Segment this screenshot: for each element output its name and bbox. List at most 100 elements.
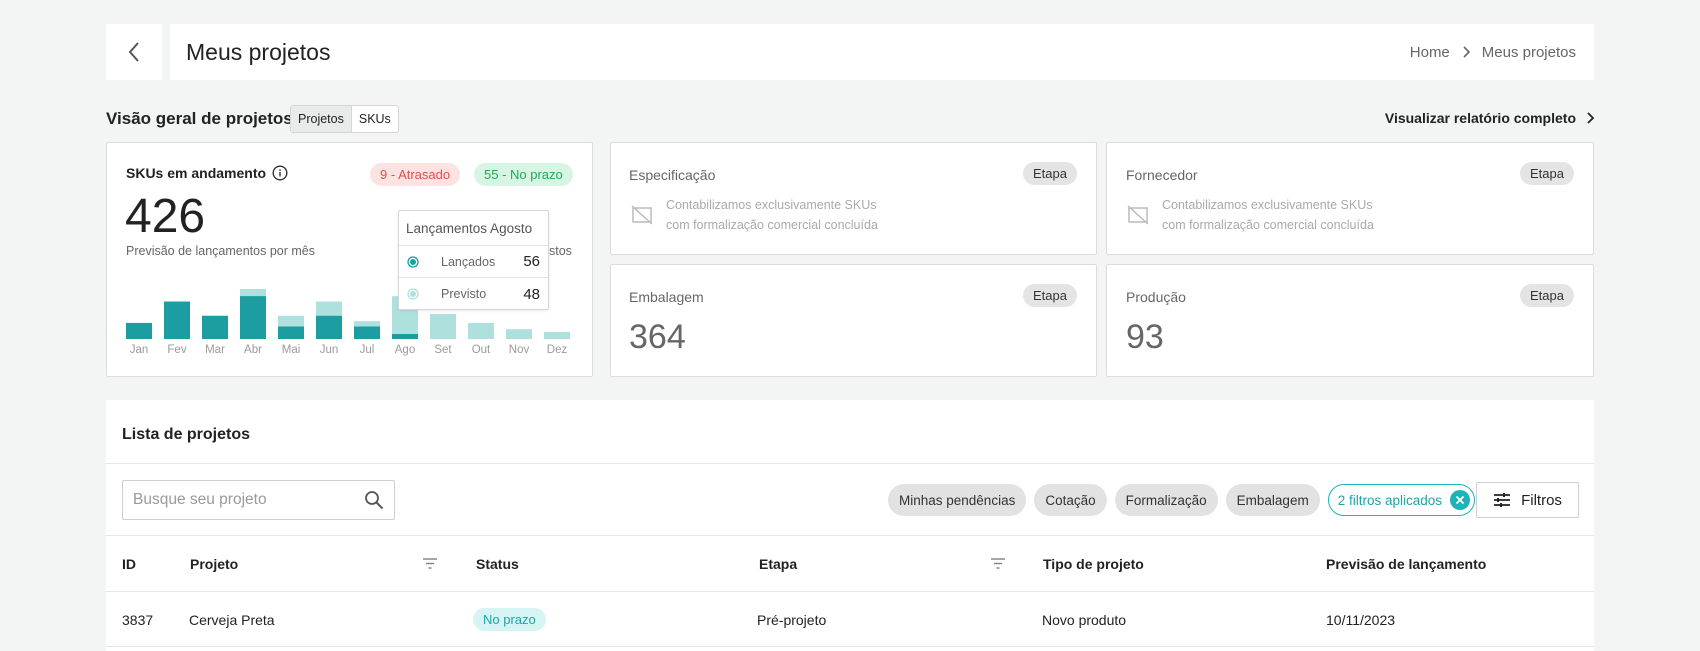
col-id[interactable]: ID [122, 556, 136, 572]
stage-card-embalagem[interactable]: Embalagem Etapa 364 [610, 264, 1097, 377]
stage-note-line: com formalização comercial concluída [666, 218, 878, 232]
bar-launched-abr[interactable] [240, 296, 266, 339]
status-badge: No prazo [473, 608, 546, 631]
bar-forecast-dez[interactable] [544, 331, 570, 339]
ontime-badge: 55 - No prazo [474, 163, 573, 186]
col-previsao[interactable]: Previsão de lançamento [1326, 556, 1486, 572]
tick-label-abr: Abr [244, 344, 262, 356]
stage-badge: Etapa [1520, 284, 1574, 307]
late-badge: 9 - Atrasado [370, 163, 461, 186]
chip-cotacao[interactable]: Cotação [1034, 484, 1107, 516]
page-title: Meus projetos [186, 38, 331, 65]
filter-lines-icon[interactable] [422, 557, 438, 570]
full-report-link[interactable]: Visualizar relatório completo [1385, 110, 1594, 126]
chip-embalagem[interactable]: Embalagem [1225, 484, 1320, 516]
bar-launched-jul[interactable] [354, 326, 380, 340]
stage-title: Especificação [629, 167, 716, 183]
chevron-right-icon [1587, 112, 1594, 124]
stage-value: 364 [629, 318, 686, 356]
no-image-icon [1127, 205, 1149, 225]
bar-launched-jun[interactable] [316, 315, 342, 339]
bar-launched-fev[interactable] [164, 301, 190, 340]
cell-id: 3837 [122, 612, 154, 628]
search-input[interactable]: Busque seu projeto [122, 480, 395, 520]
tick-label-mar: Mar [205, 344, 225, 356]
tooltip-label: Previsto [441, 287, 487, 301]
bar-launched-jan[interactable] [126, 322, 152, 339]
stage-title: Produção [1126, 289, 1186, 305]
search-icon[interactable] [364, 490, 384, 510]
kpi-label-text: SKUs em andamento [126, 165, 267, 181]
chevron-right-icon [1463, 46, 1470, 58]
tick-label-jan: Jan [130, 344, 149, 356]
stage-title: Embalagem [629, 289, 704, 305]
tick-label-set: Set [434, 344, 452, 356]
tooltip-row-launched: Lançados 56 [399, 246, 548, 278]
tick-label-ago: Ago [395, 344, 415, 356]
tooltip-title: Lançamentos Agosto [399, 211, 548, 246]
table-row[interactable]: 3837 Cerveja Preta No prazo Pré-projeto … [106, 592, 1594, 647]
chart-tooltip: Lançamentos Agosto Lançados 56 Previsto … [398, 210, 549, 310]
filter-lines-icon[interactable] [990, 557, 1006, 570]
stage-note-line: Contabilizamos exclusivamente SKUs [666, 198, 877, 212]
clear-filters-icon[interactable] [1450, 490, 1471, 510]
toggle-skus[interactable]: SKUs [352, 106, 398, 132]
tick-label-dez: Dez [547, 344, 568, 356]
divider [106, 463, 1594, 464]
bar-launched-mar[interactable] [202, 315, 228, 339]
tick-label-jul: Jul [360, 344, 375, 356]
no-image-icon [631, 205, 653, 225]
kpi-subtitle-tail: stos [549, 244, 572, 258]
list-title: Lista de projetos [122, 426, 251, 443]
stage-badge: Etapa [1023, 284, 1077, 307]
bar-launched-mai[interactable] [278, 326, 304, 340]
breadcrumb: Home Meus projetos [1410, 44, 1576, 61]
col-projeto[interactable]: Projeto [190, 556, 238, 572]
bar-forecast-out[interactable] [468, 322, 494, 339]
cell-stage: Pré-projeto [757, 612, 827, 628]
bar-forecast-nov[interactable] [506, 329, 532, 339]
active-filters-label: 2 filtros aplicados [1337, 492, 1443, 508]
stage-note-line: Contabilizamos exclusivamente SKUs [1162, 198, 1373, 212]
stage-value: 93 [1126, 318, 1164, 356]
tick-label-out: Out [472, 344, 491, 356]
col-etapa[interactable]: Etapa [759, 556, 797, 572]
cell-date: 10/11/2023 [1326, 612, 1396, 628]
overview-toggle: Projetos SKUs [290, 105, 399, 133]
stage-card-producao[interactable]: Produção Etapa 93 [1106, 264, 1594, 377]
filters-label: Filtros [1521, 491, 1562, 509]
tick-label-mai: Mai [282, 344, 301, 356]
chevron-left-icon [128, 42, 139, 62]
cell-type: Novo produto [1042, 612, 1127, 628]
stage-note: Contabilizamos exclusivamente SKUs com f… [1162, 195, 1374, 235]
chip-formalizacao[interactable]: Formalização [1114, 484, 1218, 516]
info-icon[interactable] [272, 165, 288, 181]
chip-minhas-pendencias[interactable]: Minhas pendências [888, 484, 1027, 516]
breadcrumb-home[interactable]: Home [1410, 44, 1450, 61]
overview-title: Visão geral de projetos [106, 109, 293, 128]
search-placeholder: Busque seu projeto [133, 491, 267, 508]
kpi-label: SKUs em andamento [126, 165, 288, 181]
tick-label-nov: Nov [509, 344, 530, 356]
breadcrumb-current[interactable]: Meus projetos [1482, 44, 1576, 61]
bar-launched-ago[interactable] [392, 334, 418, 339]
filters-button[interactable]: Filtros [1476, 482, 1579, 518]
tick-label-fev: Fev [167, 344, 186, 356]
back-button[interactable] [106, 24, 162, 80]
stage-title: Fornecedor [1126, 167, 1198, 183]
col-tipo[interactable]: Tipo de projeto [1043, 556, 1144, 572]
stage-card-fornecedor[interactable]: Fornecedor Etapa Contabilizamos exclusiv… [1106, 142, 1594, 255]
active-filters-chip[interactable]: 2 filtros aplicados [1327, 484, 1476, 516]
col-status[interactable]: Status [476, 556, 519, 572]
kpi-value: 426 [125, 190, 206, 243]
radio-dot-icon [407, 288, 419, 300]
radio-dot-icon [407, 255, 419, 268]
stage-badge: Etapa [1023, 162, 1077, 185]
tooltip-value: 48 [523, 285, 540, 303]
tooltip-value: 56 [523, 253, 540, 270]
stage-card-especificacao[interactable]: Especificação Etapa Contabilizamos exclu… [610, 142, 1097, 255]
toggle-projetos[interactable]: Projetos [291, 106, 352, 132]
sliders-icon [1494, 493, 1511, 507]
bar-forecast-set[interactable] [430, 314, 456, 339]
kpi-subtitle: Previsão de lançamentos por mês [126, 244, 315, 258]
